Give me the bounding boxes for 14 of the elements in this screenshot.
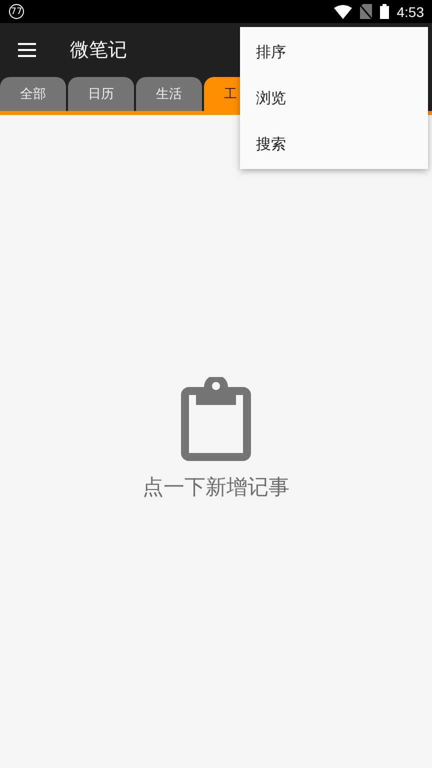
wifi-icon <box>334 4 352 18</box>
tab[interactable]: 日历 <box>68 77 134 111</box>
menu-icon[interactable] <box>18 43 36 57</box>
battery-icon <box>380 4 389 19</box>
tab[interactable]: 全部 <box>0 77 66 111</box>
clipboard-icon <box>181 377 251 461</box>
tab[interactable]: 生活 <box>136 77 202 111</box>
status-time: 4:53 <box>396 4 424 20</box>
empty-message: 点一下新增记事 <box>142 474 290 501</box>
menu-item[interactable]: 排序 <box>240 29 428 75</box>
menu-item[interactable]: 搜索 <box>240 121 428 167</box>
notification-badge: 77 <box>9 4 24 19</box>
app-title: 微笔记 <box>70 38 127 63</box>
no-sim-icon <box>360 4 372 19</box>
